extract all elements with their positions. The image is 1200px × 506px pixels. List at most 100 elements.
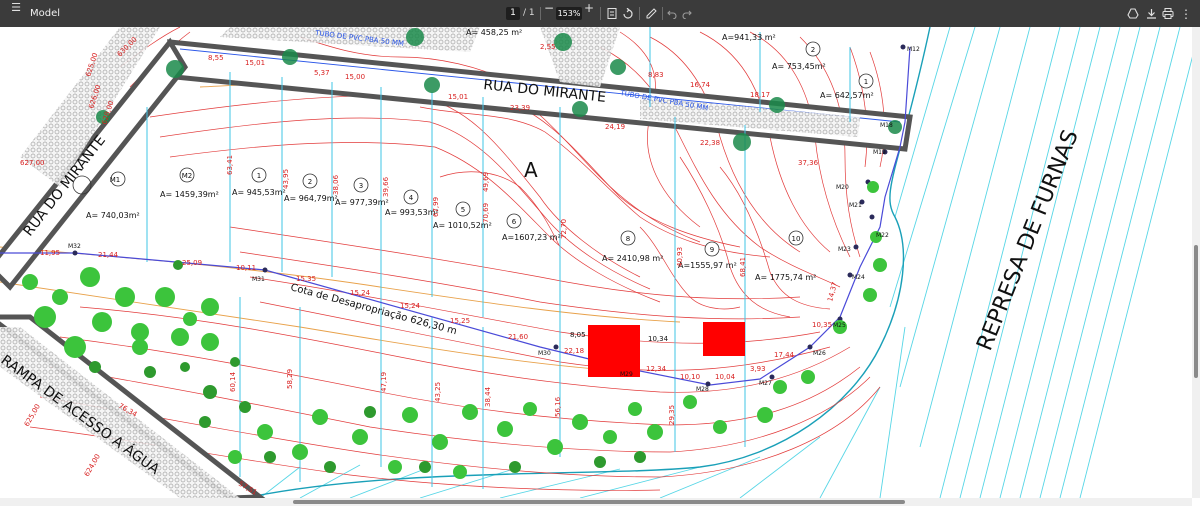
print-icon[interactable] bbox=[1161, 0, 1175, 27]
lot-number: 9 bbox=[710, 246, 714, 254]
marker-label: M25 bbox=[833, 322, 846, 329]
dimension-label: 15,35 bbox=[296, 275, 316, 283]
lot-area: A= 458,25 m² bbox=[466, 28, 522, 37]
lot-area: A=1607,23 m² bbox=[502, 233, 561, 242]
marker-label: M21 bbox=[849, 202, 862, 209]
lot-width-label: 72,70 bbox=[560, 219, 568, 239]
zoom-in-button[interactable]: + bbox=[584, 0, 594, 16]
marker-label: M28 bbox=[696, 386, 709, 393]
vertical-scroll-thumb[interactable] bbox=[1194, 245, 1198, 378]
pdf-page-viewport[interactable]: RUA DO MIRANTE RUA DO MIRANTE RAMPA DE A… bbox=[0, 27, 1192, 498]
dimension-label: 21,44 bbox=[98, 251, 119, 259]
viewer-toolbar: ☰ Model 1 / 1 − 153% + ⋮ bbox=[0, 0, 1200, 27]
building-footprint bbox=[588, 325, 640, 377]
toolbar-divider bbox=[600, 7, 601, 20]
lot-area: A= 642,57m² bbox=[820, 91, 874, 100]
marker-label: M29 bbox=[620, 371, 633, 378]
dimension-label: 16,74 bbox=[690, 81, 711, 89]
dimension-label: 5,37 bbox=[314, 69, 330, 77]
download-icon[interactable] bbox=[1144, 0, 1158, 27]
vertical-scrollbar[interactable] bbox=[1192, 27, 1200, 498]
site-plan-drawing: RUA DO MIRANTE RUA DO MIRANTE RAMPA DE A… bbox=[0, 27, 1192, 498]
lot-number: M2 bbox=[182, 172, 193, 180]
marker-label: M22 bbox=[876, 232, 889, 239]
lot-width-label: 29,35 bbox=[668, 405, 676, 425]
dimension-label: 15,01 bbox=[448, 93, 468, 101]
lot-number: 10 bbox=[792, 235, 801, 243]
zoom-out-button[interactable]: − bbox=[544, 0, 554, 16]
dimension-label: 14,37 bbox=[826, 281, 839, 302]
lot-area: A= 753,45m² bbox=[772, 62, 826, 71]
drive-icon[interactable] bbox=[1126, 0, 1140, 27]
horizontal-scroll-thumb[interactable] bbox=[293, 500, 905, 504]
lot-number: 6 bbox=[512, 218, 517, 226]
dimension-label: 37,36 bbox=[798, 159, 819, 167]
lot-number: 4 bbox=[409, 194, 414, 202]
dimension-label: 8,83 bbox=[648, 71, 664, 79]
marker-label: M19 bbox=[873, 149, 886, 156]
lot-width-label: 70,69 bbox=[482, 203, 490, 223]
lot-number: 3 bbox=[359, 182, 363, 190]
dimension-label: 15,01 bbox=[245, 59, 265, 67]
rotate-icon[interactable] bbox=[620, 0, 634, 27]
level-label: 624,00 bbox=[83, 453, 102, 478]
fit-page-icon[interactable] bbox=[605, 0, 619, 27]
zoom-input[interactable]: 153% bbox=[556, 7, 582, 20]
lot-area: A= 993,53m² bbox=[385, 208, 439, 217]
lot-width-label: 56,16 bbox=[554, 396, 562, 417]
more-vertical-icon[interactable]: ⋮ bbox=[1180, 0, 1192, 27]
block-label: A bbox=[524, 158, 538, 182]
page-count: / 1 bbox=[523, 8, 535, 18]
page-number-input[interactable]: 1 bbox=[506, 7, 520, 20]
hamburger-icon[interactable]: ☰ bbox=[8, 0, 24, 16]
horizontal-scrollbar[interactable] bbox=[0, 498, 1192, 506]
document-title: Model bbox=[30, 8, 61, 19]
marker-label: M30 bbox=[538, 350, 551, 357]
marker-label: M26 bbox=[813, 350, 826, 357]
marker-label: M23 bbox=[838, 246, 851, 253]
dimension-label: 18,17 bbox=[750, 91, 770, 99]
lot-width-label: 60,14 bbox=[229, 371, 237, 392]
dimension-label: 10,34 bbox=[648, 335, 669, 343]
lot-width-label: 67,99 bbox=[432, 197, 440, 217]
lot-width-label: 58,29 bbox=[286, 369, 294, 389]
lot-area: A= 945,53m² bbox=[232, 188, 286, 197]
lot-width-label: 43,95 bbox=[282, 169, 290, 189]
toolbar-divider bbox=[662, 7, 663, 20]
lot-width-label: 49,69 bbox=[482, 172, 490, 192]
dimension-label: 15,25 bbox=[450, 317, 470, 325]
reservoir-label: REPRESA DE FURNAS bbox=[972, 127, 1083, 355]
lot-width-label: 38,44 bbox=[484, 386, 492, 407]
lot-number: M1 bbox=[110, 176, 121, 184]
dimension-label: 8,55 bbox=[208, 54, 224, 62]
level-label: 625,00 bbox=[23, 403, 42, 428]
lot-area: A= 977,39m² bbox=[335, 198, 389, 207]
lot-number: 1 bbox=[864, 78, 868, 86]
marker-label: M18 bbox=[880, 122, 893, 129]
lot-width-label: 39,66 bbox=[382, 176, 390, 197]
lot-area: A=941,33 m² bbox=[722, 33, 776, 42]
lot-area: A= 2410,98 m² bbox=[602, 254, 663, 263]
marker-label: M27 bbox=[759, 380, 772, 387]
dimension-label: 24,19 bbox=[605, 123, 625, 131]
undo-icon[interactable] bbox=[666, 0, 678, 27]
dimension-label: 22,38 bbox=[700, 139, 720, 147]
lot-width-label: 68,41 bbox=[739, 257, 747, 277]
dimension-label: 8,05 bbox=[570, 331, 586, 339]
redo-icon[interactable] bbox=[681, 0, 693, 27]
lot-width-label: 40,93 bbox=[676, 247, 684, 267]
lot-area: A= 740,03m² bbox=[86, 211, 140, 220]
dimension-label: 10,04 bbox=[715, 373, 736, 381]
lot-number: 2 bbox=[308, 178, 312, 186]
dimension-label: 22,18 bbox=[564, 347, 584, 355]
dimension-label: 10,10 bbox=[680, 373, 700, 381]
annotate-icon[interactable] bbox=[644, 0, 658, 27]
lot-width-label: 38,06 bbox=[332, 174, 340, 195]
dimension-label: 12,34 bbox=[646, 365, 667, 373]
dimension-label: 11,95 bbox=[40, 249, 60, 257]
lot-number: 1 bbox=[257, 172, 261, 180]
dimension-label: 25,09 bbox=[182, 259, 202, 267]
dimension-label: 10,11 bbox=[236, 264, 256, 272]
lot-number: 5 bbox=[461, 206, 465, 214]
toolbar-divider bbox=[639, 7, 640, 20]
